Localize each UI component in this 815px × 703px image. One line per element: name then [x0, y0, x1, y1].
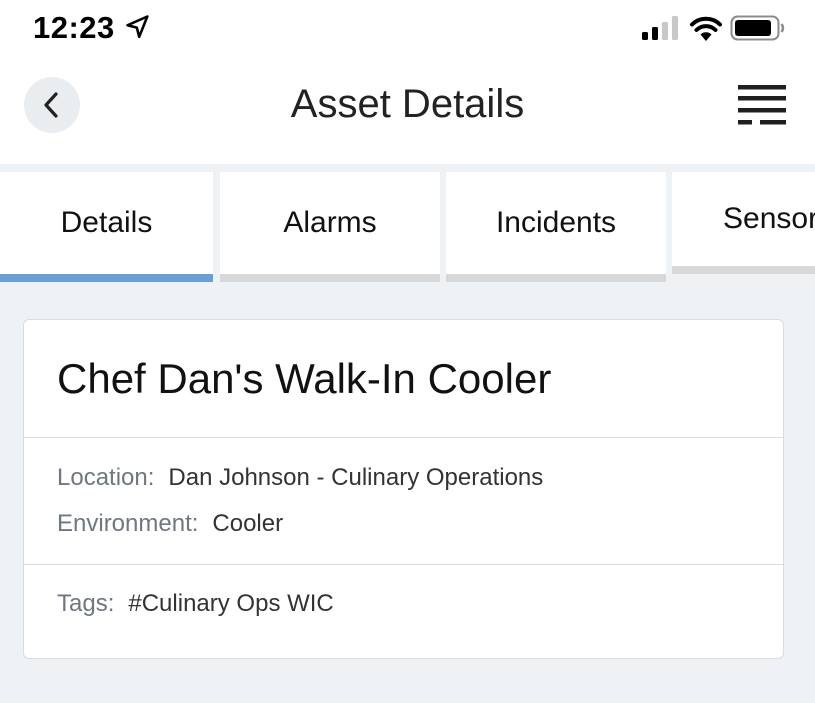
cellular-signal-icon — [642, 16, 678, 40]
tab-incidents[interactable]: Incidents — [446, 172, 666, 282]
environment-value: Cooler — [212, 510, 284, 537]
header: Asset Details — [0, 56, 815, 164]
menu-icon[interactable] — [736, 83, 788, 127]
battery-icon — [730, 15, 785, 41]
tab-alarms[interactable]: Alarms — [220, 172, 440, 282]
card-divider — [24, 564, 783, 565]
card-divider — [24, 437, 783, 438]
header-divider — [0, 164, 815, 172]
wifi-icon — [690, 16, 722, 41]
tab-bar: Details Alarms Incidents Sensor — [0, 172, 815, 282]
tab-sensors[interactable]: Sensor — [672, 172, 815, 274]
asset-name: Chef Dan's Walk-In Cooler — [57, 355, 552, 402]
location-arrow-icon — [126, 15, 149, 39]
tab-details[interactable]: Details — [0, 172, 213, 282]
environment-row: Environment: Cooler — [57, 508, 283, 540]
asset-card: Chef Dan's Walk-In Cooler Location: Dan J… — [23, 319, 784, 659]
status-time: 12:23 — [33, 10, 115, 45]
environment-label: Environment: — [57, 510, 199, 537]
tags-label: Tags: — [57, 590, 115, 617]
location-value: Dan Johnson - Culinary Operations — [168, 464, 544, 491]
status-bar: 12:23 — [0, 0, 815, 56]
page-title: Asset Details — [290, 82, 525, 126]
location-row: Location: Dan Johnson - Culinary Operatio… — [57, 462, 543, 494]
tags-row: Tags: #Culinary Ops WIC — [57, 588, 334, 620]
tags-value[interactable]: #Culinary Ops WIC — [128, 590, 333, 617]
location-label: Location: — [57, 464, 155, 491]
